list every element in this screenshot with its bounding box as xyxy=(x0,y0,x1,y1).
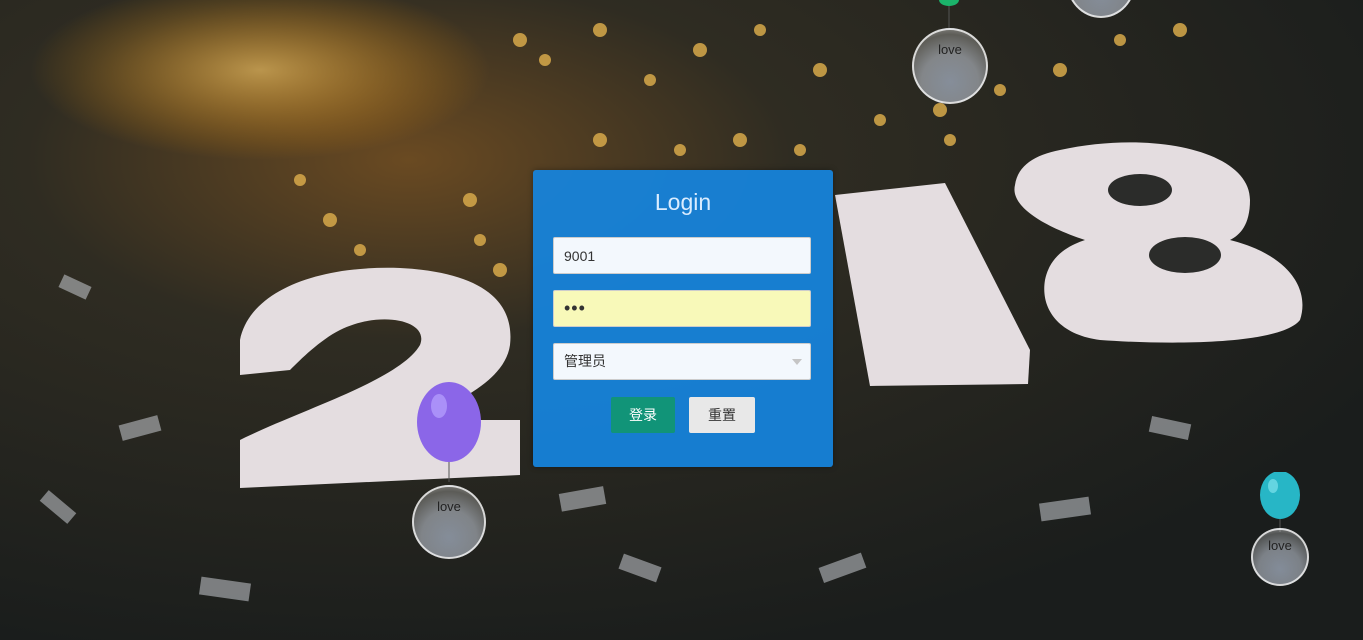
top-bubble: love xyxy=(911,0,991,110)
login-title: Login xyxy=(654,189,712,215)
balloon-icon xyxy=(417,382,481,482)
bubble-label: love xyxy=(1268,538,1292,553)
purple-balloon: love xyxy=(412,382,486,562)
reset-button[interactable]: 重置 xyxy=(689,397,755,433)
balloon-icon xyxy=(939,0,959,28)
role-select[interactable]: 管理员 xyxy=(553,343,811,380)
balloon-icon xyxy=(1260,472,1300,532)
login-button[interactable]: 登录 xyxy=(611,397,675,433)
bubble-label: love xyxy=(437,499,461,514)
password-input[interactable] xyxy=(553,290,811,327)
login-panel: Login 管理员 登录 重置 xyxy=(533,170,833,467)
teal-balloon: love xyxy=(1251,472,1309,597)
username-input[interactable] xyxy=(553,237,811,274)
love-bubble: love xyxy=(1251,528,1309,586)
role-select-wrapper: 管理员 xyxy=(553,343,811,380)
bubble-label: love xyxy=(938,42,962,57)
love-bubble: love xyxy=(412,485,486,559)
love-bubble: love xyxy=(912,28,988,104)
